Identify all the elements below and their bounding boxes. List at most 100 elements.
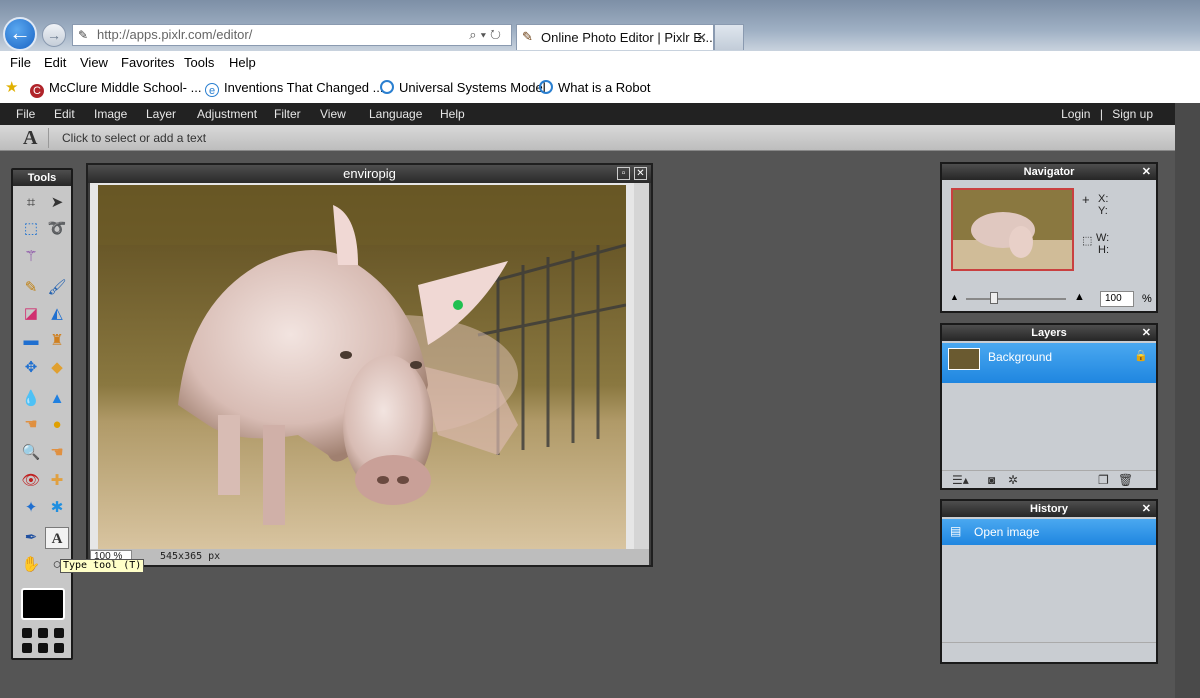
layers-panel: Layers ✕ Background 🔒 ☰▴ ◙ ✲ ❐ 🗑 [940,323,1158,490]
layer-row[interactable]: Background 🔒 [942,343,1156,383]
navigator-zoom-row: ▲ ▲ 100 % [950,290,1152,308]
red-eye-icon[interactable]: 👁 [19,470,43,492]
burn-icon[interactable]: ☚ [45,442,69,464]
tool-tooltip: Type tool (T) [60,559,145,573]
blur-icon[interactable]: 💧 [19,388,43,410]
menu-file[interactable]: File [16,107,35,121]
forward-button[interactable]: → [42,23,66,47]
zoom-out-icon[interactable]: ▲ [950,292,959,302]
navigator-close-icon[interactable]: ✕ [1142,164,1151,180]
back-button[interactable]: ← [3,17,37,51]
bucket-icon[interactable]: ◭ [45,303,69,325]
navigator-thumbnail[interactable] [951,188,1074,271]
tab-title: Online Photo Editor | Pixlr E... [541,30,713,45]
favorite-link-4[interactable]: What is a Robot [539,80,651,95]
maximize-icon[interactable]: ▫ [617,167,630,180]
history-panel: History ✕ ▤ Open image [940,499,1158,664]
favorites-star-icon[interactable]: ★ [5,78,18,96]
new-tab-button[interactable] [714,24,744,50]
browser-menu-tools[interactable]: Tools [184,55,214,70]
signup-link[interactable]: Sign up [1112,107,1153,121]
login-link[interactable]: Login [1061,107,1090,121]
layer-styles-icon[interactable]: ✲ [1008,473,1018,487]
browser-menu-help[interactable]: Help [229,55,256,70]
layer-mask-icon[interactable]: ◙ [988,473,995,487]
browser-menu-view[interactable]: View [80,55,108,70]
magic-wand-icon[interactable]: ⚚ [19,246,43,268]
crop-icon[interactable]: ⌗ [19,192,43,214]
layers-header: Layers ✕ [942,325,1156,341]
bloat-icon[interactable]: ✦ [19,497,43,519]
menu-filter[interactable]: Filter [274,107,301,121]
new-layer-icon[interactable]: ❐ [1098,473,1109,487]
layers-close-icon[interactable]: ✕ [1142,325,1151,341]
browser-menu-favorites[interactable]: Favorites [121,55,174,70]
menu-language[interactable]: Language [369,107,422,121]
favorite-link-3[interactable]: Universal Systems Model [380,80,546,95]
pig-photo[interactable] [98,185,626,549]
zoom-slider-knob[interactable] [990,292,998,304]
favorite-link-1[interactable]: C McClure Middle School- ... [30,80,201,98]
document-vertical-scrollbar[interactable] [634,183,649,549]
document-window: enviropig ▫ ✕ 100 % 545x365 px [86,163,653,567]
dodge-icon[interactable]: 🔍 [19,442,43,464]
drawing-icon[interactable]: ◆ [45,357,69,379]
history-row[interactable]: ▤ Open image [942,519,1156,545]
address-tools-icon[interactable]: ⌕▾↻ [469,25,505,45]
globe-icon [380,80,394,94]
sharpen-icon[interactable]: ▲ [45,388,69,410]
delete-layer-icon[interactable]: 🗑 [1118,473,1133,487]
sponge-icon[interactable]: ● [45,414,69,436]
zoom-unit: % [1142,293,1152,305]
smudge-icon[interactable]: ☚ [19,414,43,436]
type-tool-button[interactable]: A [45,527,69,549]
image-canvas[interactable] [90,183,634,549]
w-label: W: [1096,232,1110,244]
navigator-zoom-input[interactable]: 100 [1100,291,1134,307]
move-icon[interactable]: ➤ [45,192,69,214]
browser-menu-file[interactable]: File [10,55,31,70]
browser-tab[interactable]: ✎ Online Photo Editor | Pixlr E... ✕ [516,24,714,50]
hand-icon[interactable]: ✋ [19,554,43,576]
tools-panel: Tools ⌗ ➤ ⬚ ➰ ⚚ ✎ 🖌 ◪ ◭ ▬ ♜ ✥ ◆ 💧 ▲ ☚ ● … [11,168,73,660]
zoom-slider[interactable] [966,298,1066,300]
swatch-preset[interactable] [38,643,48,653]
swatch-preset[interactable] [22,628,32,638]
menu-layer[interactable]: Layer [146,107,176,121]
eraser-icon[interactable]: ◪ [19,303,43,325]
history-document-icon: ▤ [950,524,962,538]
tab-close-icon[interactable]: ✕ [696,25,707,50]
address-bar[interactable]: ✎ http://apps.pixlr.com/editor/ ⌕▾↻ [72,24,512,46]
lasso-icon[interactable]: ➰ [45,218,69,240]
color-replace-icon[interactable]: ✥ [19,357,43,379]
primary-color-swatch[interactable] [21,588,65,620]
menu-view[interactable]: View [320,107,346,121]
close-icon[interactable]: ✕ [634,167,647,180]
browser-menu-edit[interactable]: Edit [44,55,66,70]
swatch-preset[interactable] [54,628,64,638]
school-icon: C [30,84,44,98]
menu-edit[interactable]: Edit [54,107,75,121]
page-scrollbar[interactable] [1175,103,1200,698]
favorite-link-2[interactable]: e Inventions That Changed ... [205,80,383,97]
brush-icon[interactable]: 🖌 [45,277,69,299]
menu-image[interactable]: Image [94,107,127,121]
clone-stamp-icon[interactable]: ♜ [45,330,69,352]
gradient-icon[interactable]: ▬ [19,330,43,352]
layer-settings-icon[interactable]: ☰▴ [952,473,969,487]
zoom-in-icon[interactable]: ▲ [1074,291,1085,303]
swatch-preset[interactable] [54,643,64,653]
crosshair-icon: + [1082,192,1090,207]
history-close-icon[interactable]: ✕ [1142,501,1151,517]
navigator-header: Navigator ✕ [942,164,1156,180]
spot-heal-icon[interactable]: ✚ [45,470,69,492]
swatch-preset[interactable] [38,628,48,638]
marquee-icon[interactable]: ⬚ [19,218,43,240]
pinch-icon[interactable]: ✱ [45,497,69,519]
swatch-preset[interactable] [22,643,32,653]
menu-help[interactable]: Help [440,107,465,121]
menu-adjustment[interactable]: Adjustment [197,107,257,121]
color-picker-icon[interactable]: ✒ [19,527,43,549]
history-divider [942,642,1156,643]
pencil-icon[interactable]: ✎ [19,277,43,299]
